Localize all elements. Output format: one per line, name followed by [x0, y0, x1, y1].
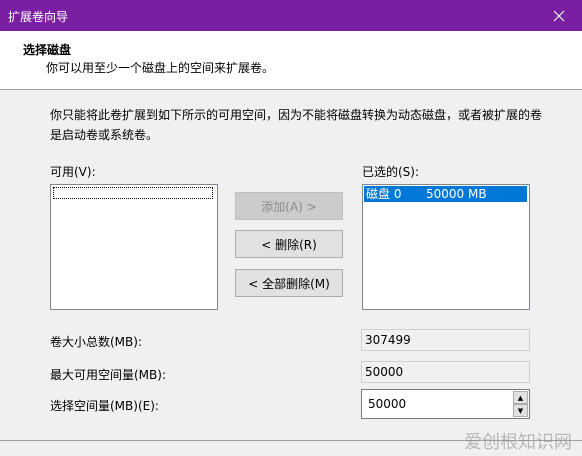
- spin-down-button[interactable]: ▼: [513, 404, 528, 417]
- max-space-value: 50000: [361, 361, 530, 383]
- chevron-down-icon: ▼: [517, 406, 524, 415]
- disk-size: 50000 MB: [426, 187, 487, 201]
- available-label: 可用(V):: [50, 165, 96, 179]
- select-space-input[interactable]: [362, 390, 512, 418]
- add-button[interactable]: 添加(A) >: [235, 192, 343, 220]
- remove-button[interactable]: < 删除(R): [235, 230, 343, 258]
- close-icon: [553, 10, 565, 21]
- select-space-label: 选择空间量(MB)(E):: [50, 399, 159, 413]
- chevron-up-icon: ▲: [517, 393, 524, 402]
- remove-all-button[interactable]: < 全部删除(M): [235, 269, 343, 297]
- spin-up-button[interactable]: ▲: [513, 391, 528, 404]
- wizard-header: 选择磁盘 你可以用至少一个磁盘上的空间来扩展卷。: [0, 31, 582, 90]
- title-bar: 扩展卷向导: [0, 0, 582, 31]
- selected-list[interactable]: 磁盘 0 50000 MB: [362, 184, 530, 310]
- window-title: 扩展卷向导: [8, 10, 69, 24]
- watermark-text: 爱创根知识网: [464, 432, 572, 453]
- header-subtitle: 你可以用至少一个磁盘上的空间来扩展卷。: [46, 61, 275, 75]
- available-list[interactable]: [50, 184, 218, 310]
- total-size-label: 卷大小总数(MB):: [50, 335, 142, 349]
- select-space-stepper[interactable]: ▲ ▼: [361, 389, 530, 419]
- list-item[interactable]: 磁盘 0 50000 MB: [364, 186, 527, 202]
- description-text: 你只能将此卷扩展到如下所示的可用空间，因为不能将磁盘转换为动态磁盘，或者被扩展的…: [50, 108, 543, 142]
- total-size-value: 307499: [361, 329, 530, 351]
- selected-label: 已选的(S):: [362, 165, 420, 179]
- list-focus-item: [53, 187, 213, 199]
- disk-name: 磁盘 0: [366, 187, 402, 201]
- close-button[interactable]: [536, 0, 582, 31]
- max-space-label: 最大可用空间量(MB):: [50, 368, 166, 382]
- header-title: 选择磁盘: [23, 43, 72, 57]
